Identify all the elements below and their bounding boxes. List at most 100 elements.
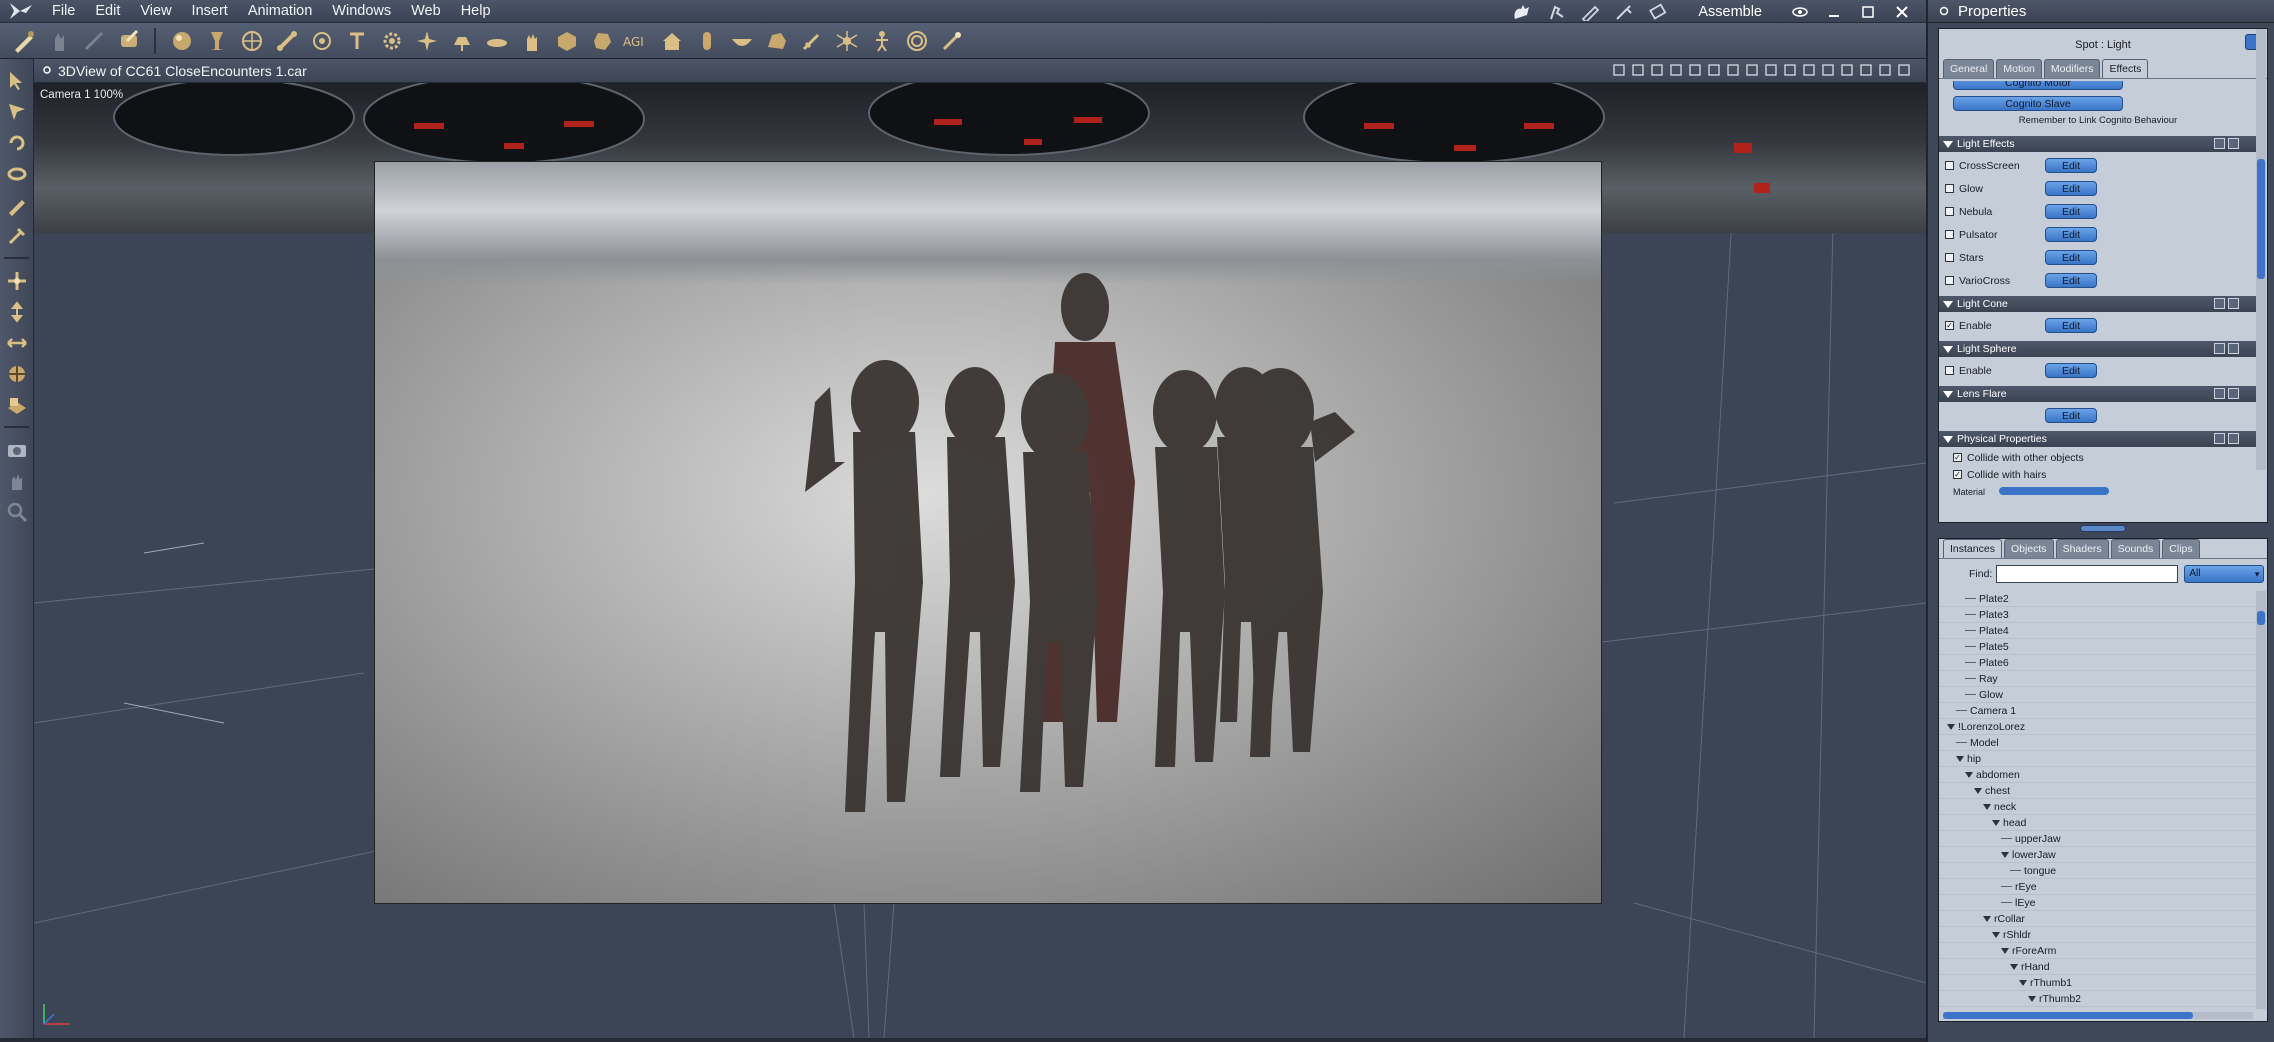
cube-view-icon[interactable] <box>1858 61 1874 79</box>
scroll-thumb[interactable] <box>2257 611 2265 625</box>
menu-file[interactable]: File <box>42 0 85 23</box>
tree-node[interactable]: tongue <box>1939 863 2257 879</box>
target-ring-icon[interactable] <box>901 26 932 56</box>
tree-node[interactable]: upperJaw <box>1939 831 2257 847</box>
sword-icon[interactable] <box>796 26 827 56</box>
tab-modifiers[interactable]: Modifiers <box>2043 59 2101 78</box>
figure-mode-icon[interactable] <box>1544 2 1568 22</box>
menu-view[interactable]: View <box>130 0 181 23</box>
asteroid-icon[interactable] <box>586 26 617 56</box>
menu-animation[interactable]: Animation <box>238 0 322 23</box>
lens-flare-edit-button[interactable]: Edit <box>2045 408 2097 423</box>
scroll-thumb[interactable] <box>1943 1012 2193 1019</box>
cognito-slave-button[interactable]: Cognito Slave <box>1953 96 2123 111</box>
nebula-checkbox[interactable] <box>1945 207 1954 216</box>
section-paste-icon[interactable] <box>2228 298 2239 309</box>
globe-icon[interactable] <box>236 26 267 56</box>
find-input[interactable] <box>1996 565 2179 583</box>
light-sphere-edit-button[interactable]: Edit <box>2045 363 2097 378</box>
tab-motion[interactable]: Motion <box>1996 59 2042 78</box>
cube-icon[interactable] <box>551 26 582 56</box>
crossscreen-edit-button[interactable]: Edit <box>2045 158 2097 173</box>
expand-triangle-icon[interactable] <box>1956 755 1964 762</box>
menu-help[interactable]: Help <box>451 0 501 23</box>
disabled-tool-icon[interactable] <box>78 26 109 56</box>
filter-dropdown[interactable]: All ▾ <box>2184 565 2265 583</box>
tree-node[interactable]: Ray <box>1939 671 2257 687</box>
variocross-checkbox[interactable] <box>1945 276 1954 285</box>
goblet-icon[interactable] <box>201 26 232 56</box>
collapse-triangle-icon[interactable] <box>1943 300 1953 308</box>
tree-node[interactable]: Camera 1 <box>1939 703 2257 719</box>
dish-icon[interactable] <box>726 26 757 56</box>
collapse-triangle-icon[interactable] <box>1943 435 1953 443</box>
panel-menu-icon[interactable] <box>1938 5 1950 17</box>
translate-icon[interactable] <box>0 296 34 327</box>
tab-shaders[interactable]: Shaders <box>2055 539 2109 558</box>
twist-icon[interactable] <box>0 158 34 189</box>
tab-instances[interactable]: Instances <box>1943 539 2002 558</box>
brush-mode-icon[interactable] <box>1612 2 1636 22</box>
camera-label[interactable]: Camera 1 100% <box>40 89 123 101</box>
x-box-icon[interactable] <box>1649 61 1665 79</box>
glow-checkbox[interactable] <box>1945 184 1954 193</box>
tree-node[interactable]: Glow <box>1939 687 2257 703</box>
spider-icon[interactable] <box>831 26 862 56</box>
poser-figure-logo-icon[interactable] <box>0 0 42 23</box>
expand-triangle-icon[interactable] <box>2010 963 2018 970</box>
tree-node[interactable]: neck <box>1939 799 2257 815</box>
tree-node[interactable]: lEye <box>1939 895 2257 911</box>
zoom-magnifier-icon[interactable] <box>0 496 34 527</box>
orbit-icon[interactable] <box>0 358 34 389</box>
stars-checkbox[interactable] <box>1945 253 1954 262</box>
tree-node[interactable]: rShldr <box>1939 927 2257 943</box>
box-view-icon[interactable] <box>1839 61 1855 79</box>
expand-triangle-icon[interactable] <box>1947 723 1955 730</box>
section-paste-icon[interactable] <box>2228 433 2239 444</box>
pulsator-checkbox[interactable] <box>1945 230 1954 239</box>
rock-icon[interactable] <box>761 26 792 56</box>
tree-node[interactable]: Plate2 <box>1939 591 2257 607</box>
light-cone-enable-checkbox[interactable]: ✓ <box>1945 321 1954 330</box>
select-pen-icon[interactable] <box>8 26 39 56</box>
light-sphere-enable-checkbox[interactable] <box>1945 366 1954 375</box>
expand-triangle-icon[interactable] <box>1992 931 2000 938</box>
section-copy-icon[interactable] <box>2214 388 2225 399</box>
collapse-triangle-icon[interactable] <box>1943 390 1953 398</box>
section-physical-properties[interactable]: Physical Properties <box>1939 431 2257 447</box>
tree-hscrollbar[interactable] <box>1943 1012 2253 1019</box>
section-paste-icon[interactable] <box>2228 138 2239 149</box>
menu-edit[interactable]: Edit <box>85 0 130 23</box>
puppet-icon[interactable] <box>866 26 897 56</box>
pen-mode-icon[interactable] <box>1578 2 1602 22</box>
glow-edit-button[interactable]: Edit <box>2045 181 2097 196</box>
four-view-icon[interactable] <box>1725 61 1741 79</box>
expand-triangle-icon[interactable] <box>1992 819 2000 826</box>
hand-mode-icon[interactable] <box>1510 2 1534 22</box>
collapse-triangle-icon[interactable] <box>1943 140 1953 148</box>
crossscreen-checkbox[interactable] <box>1945 161 1954 170</box>
house-icon[interactable] <box>656 26 687 56</box>
collide-hairs-checkbox[interactable]: ✓ <box>1953 470 1962 479</box>
nebula-edit-button[interactable]: Edit <box>2045 204 2097 219</box>
section-copy-icon[interactable] <box>2214 298 2225 309</box>
panel-splitter[interactable] <box>1938 525 2268 533</box>
bone-icon[interactable] <box>271 26 302 56</box>
section-paste-icon[interactable] <box>2228 388 2239 399</box>
section-light-sphere[interactable]: Light Sphere <box>1939 341 2257 357</box>
camera-select-icon[interactable] <box>1630 61 1646 79</box>
text-agi-icon[interactable]: AGI <box>621 26 652 56</box>
single-view-icon[interactable] <box>1668 61 1684 79</box>
select-arrow-icon[interactable] <box>0 96 34 127</box>
tree-node[interactable]: rThumb1 <box>1939 975 2257 991</box>
tab-objects[interactable]: Objects <box>2003 539 2054 558</box>
menu-insert[interactable]: Insert <box>182 0 238 23</box>
section-copy-icon[interactable] <box>2214 433 2225 444</box>
tree-node[interactable]: abdomen <box>1939 767 2257 783</box>
expand-triangle-icon[interactable] <box>2019 979 2027 986</box>
section-paste-icon[interactable] <box>2228 343 2239 354</box>
maximize-icon[interactable] <box>1856 2 1880 22</box>
cognito-motor-button[interactable]: Cognito Motor <box>1953 81 2123 90</box>
section-lens-flare[interactable]: Lens Flare <box>1939 386 2257 402</box>
pencil-icon[interactable] <box>0 189 34 220</box>
